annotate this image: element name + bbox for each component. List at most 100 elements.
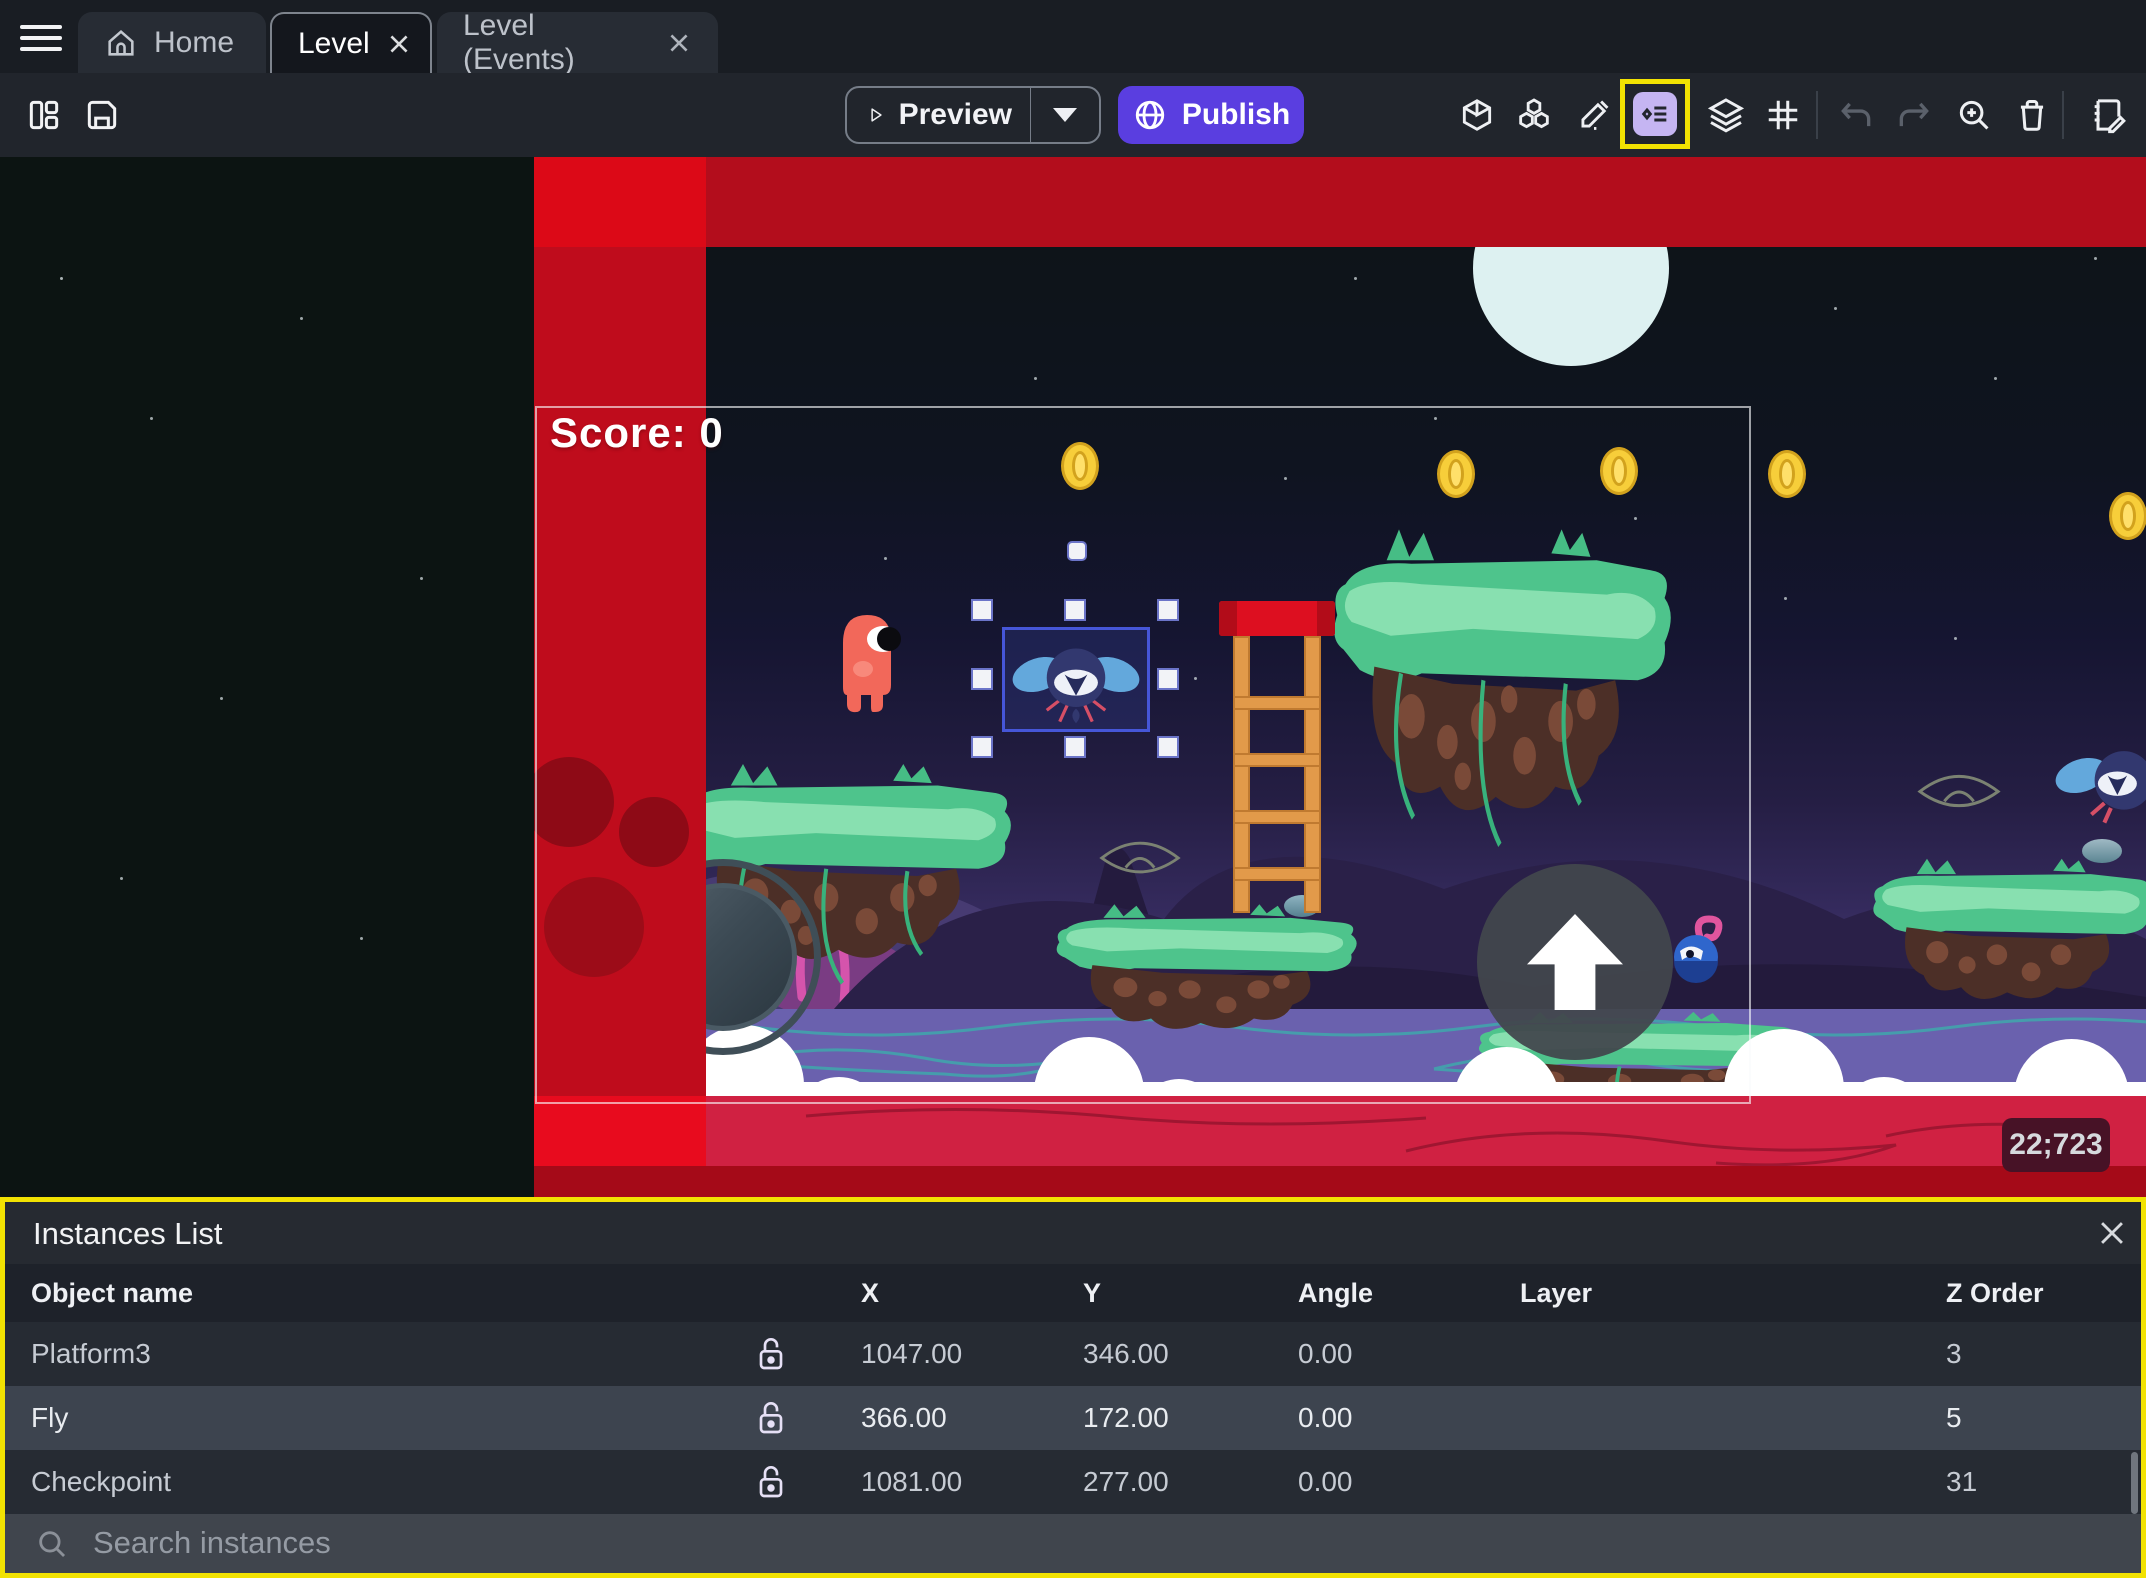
moon-decoration[interactable]: [1473, 170, 1669, 366]
coin-instance[interactable]: [1768, 450, 1806, 498]
column-header-y[interactable]: Y: [1083, 1278, 1101, 1309]
stars-decoration: [60, 277, 63, 280]
rotation-handle[interactable]: [1067, 541, 1087, 561]
column-header-z-order[interactable]: Z Order: [1946, 1278, 2044, 1309]
column-header-object-name[interactable]: Object name: [31, 1278, 193, 1309]
instance-name: Platform3: [31, 1338, 151, 1369]
hamburger-menu-icon[interactable]: [20, 25, 62, 51]
resize-handle[interactable]: [971, 599, 993, 621]
resize-handle[interactable]: [1064, 599, 1086, 621]
annotation-highlight-box: [1620, 79, 1690, 149]
unlocked-icon[interactable]: [755, 1463, 787, 1501]
main-toolbar: Preview Publish: [0, 73, 2146, 157]
tab-home[interactable]: Home: [78, 12, 266, 73]
instances-list-button[interactable]: [1633, 92, 1677, 136]
delete-button[interactable]: [2004, 86, 2060, 144]
instance-y: 277.00: [1083, 1466, 1169, 1497]
save-icon: [87, 100, 117, 130]
instance-z-order: 5: [1946, 1402, 1962, 1433]
column-header-layer[interactable]: Layer: [1520, 1278, 1592, 1309]
tab-bar: Home Level Level (Events): [0, 0, 2146, 76]
red-band-left-top: [534, 157, 706, 247]
open-panels-layout-button[interactable]: [16, 86, 72, 144]
chevron-down-icon[interactable]: [1053, 108, 1077, 122]
resize-handle[interactable]: [1157, 736, 1179, 758]
zoom-button[interactable]: [1946, 86, 2002, 144]
save-button[interactable]: [74, 86, 130, 144]
grid-icon: [1768, 100, 1798, 130]
edit-scene-properties-button[interactable]: [2080, 86, 2136, 144]
publish-button[interactable]: Publish: [1118, 86, 1304, 144]
instances-list-icon: [1641, 106, 1667, 122]
stars-decoration: [1134, 217, 1137, 220]
trash-icon: [2020, 100, 2044, 131]
tab-level-label: Level: [298, 26, 370, 60]
objects-stack-icon: [1519, 98, 1549, 129]
cursor-coordinates-badge: 22;723: [2002, 1118, 2110, 1172]
score-text-instance[interactable]: Score: 0: [550, 409, 724, 457]
play-icon: [871, 108, 882, 122]
column-header-angle[interactable]: Angle: [1298, 1278, 1373, 1309]
scene-editor-canvas[interactable]: Score: 0 22;723: [0, 157, 2146, 1197]
open-layers-panel-button[interactable]: [1698, 86, 1754, 144]
resize-handle[interactable]: [971, 736, 993, 758]
unlocked-icon[interactable]: [755, 1335, 787, 1373]
fly-instance[interactable]: [2054, 732, 2146, 832]
preview-button[interactable]: Preview: [845, 86, 1101, 144]
instances-list-panel: Instances List Object name X Y Angle Lay…: [0, 1197, 2146, 1578]
unlocked-icon[interactable]: [755, 1399, 787, 1437]
panel-title-row: Instances List: [5, 1202, 2141, 1264]
instance-row-fly-selected[interactable]: Fly 366.00 172.00 0.00 5: [5, 1386, 2141, 1450]
pencil-icon: [1581, 100, 1609, 130]
edit-object-button[interactable]: [1566, 86, 1622, 144]
resize-handle[interactable]: [1157, 599, 1179, 621]
red-band-left-bottom: [534, 1096, 706, 1166]
resize-handle[interactable]: [971, 668, 993, 690]
zoom-in-icon: [1959, 100, 1989, 130]
game-scene: Score: 0 22;723: [534, 157, 2146, 1197]
tab-level-events-label: Level (Events): [463, 8, 575, 76]
instance-x: 1047.00: [861, 1338, 963, 1369]
tab-level[interactable]: Level: [270, 12, 432, 73]
tab-level-events[interactable]: Level (Events): [437, 9, 718, 76]
close-tab-icon[interactable]: [666, 30, 692, 56]
layout-icon: [29, 100, 59, 130]
instance-name: Checkpoint: [31, 1466, 172, 1497]
instance-y: 346.00: [1083, 1338, 1169, 1369]
column-header-x[interactable]: X: [861, 1278, 879, 1309]
toggle-3d-view-button[interactable]: [1449, 86, 1505, 144]
home-icon: [108, 29, 134, 56]
redo-icon: [1899, 102, 1929, 127]
panel-header-row: Object name X Y Angle Layer Z Order: [5, 1264, 2141, 1322]
fly-instance-selected[interactable]: [1011, 631, 1141, 731]
undo-button[interactable]: [1828, 86, 1884, 144]
resize-handle[interactable]: [1064, 736, 1086, 758]
eye-outline-decoration: [1917, 774, 2001, 808]
coin-instance[interactable]: [2109, 492, 2146, 540]
canvas-outside-area: [0, 157, 534, 1197]
notebook-edit-icon: [2094, 99, 2126, 134]
instance-name: Fly: [31, 1402, 69, 1433]
publish-label: Publish: [1181, 98, 1291, 131]
instance-row-platform3[interactable]: Platform3 1047.00 346.00 0.00 3: [5, 1322, 2141, 1386]
toggle-grid-button[interactable]: [1755, 86, 1811, 144]
cube-3d-icon: [1462, 99, 1492, 131]
close-tab-icon[interactable]: [386, 31, 412, 57]
resize-handle[interactable]: [1157, 668, 1179, 690]
instance-x: 366.00: [861, 1402, 947, 1433]
search-instances-input[interactable]: [91, 1524, 1091, 1562]
instance-z-order: 3: [1946, 1338, 1962, 1369]
instance-x: 1081.00: [861, 1466, 963, 1497]
open-objects-list-button[interactable]: [1506, 86, 1562, 144]
redo-button[interactable]: [1886, 86, 1942, 144]
globe-icon: [1135, 100, 1165, 130]
platform-instance[interactable]: [1869, 845, 2146, 1025]
preview-label: Preview: [898, 98, 1013, 131]
search-icon: [39, 1531, 66, 1558]
red-band-bottom-dark: [534, 1166, 2146, 1197]
panel-title: Instances List: [33, 1216, 223, 1251]
panel-scrollbar[interactable]: [2131, 1452, 2138, 1514]
instance-row-checkpoint[interactable]: Checkpoint 1081.00 277.00 0.00 31: [5, 1450, 2141, 1514]
close-panel-icon[interactable]: [2095, 1216, 2129, 1250]
red-band-swirls: [805, 1107, 2087, 1166]
